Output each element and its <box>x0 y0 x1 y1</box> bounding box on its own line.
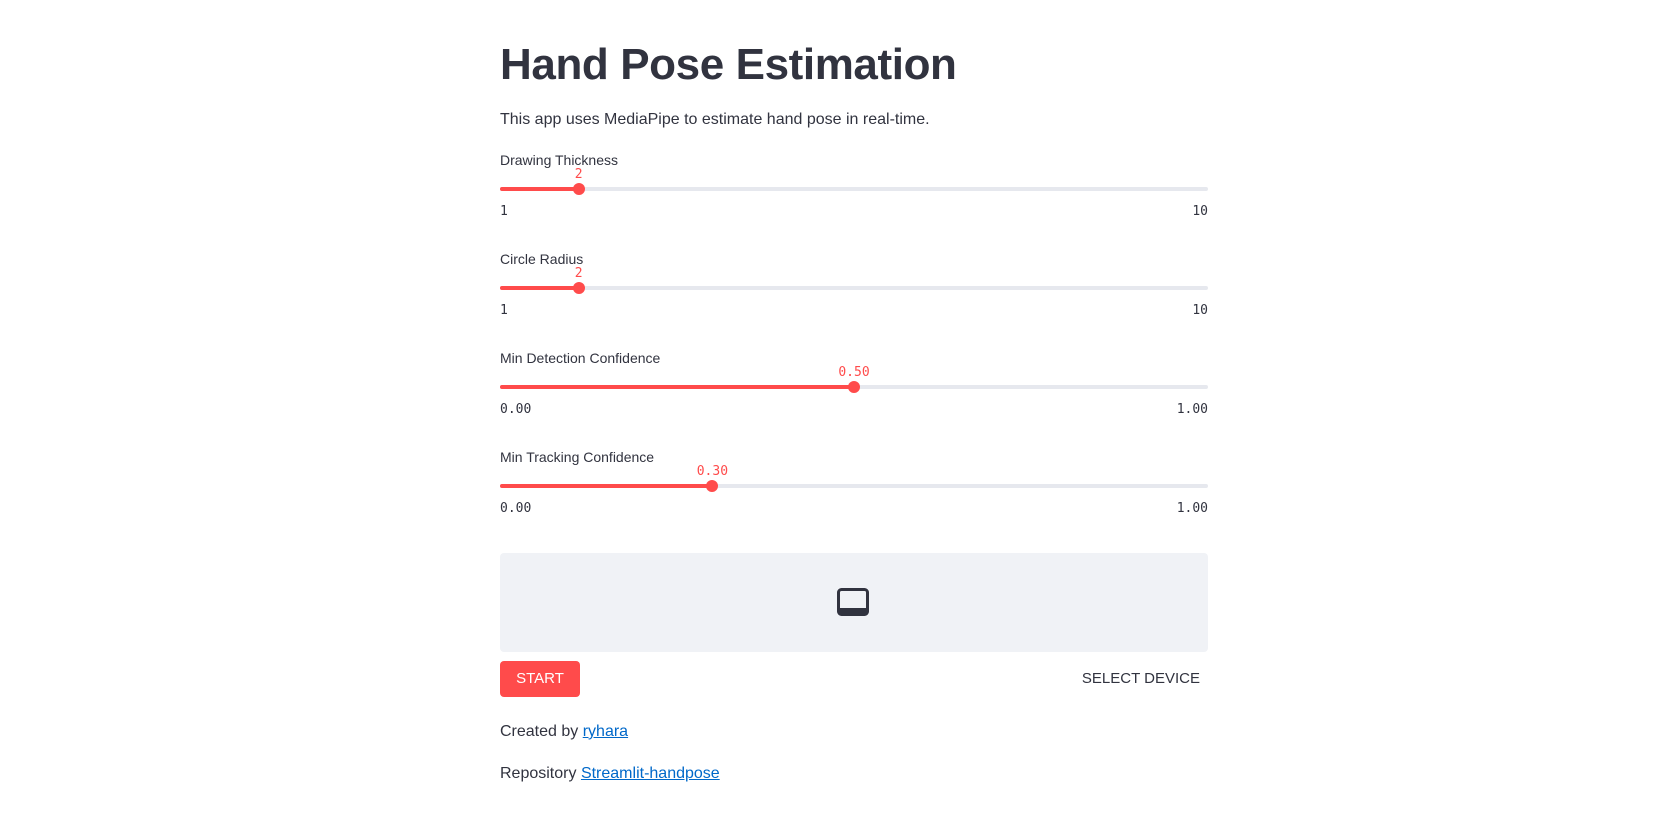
slider-min-label: 1 <box>500 303 508 318</box>
slider-value: 2 <box>574 167 583 182</box>
slider-thumb[interactable] <box>848 381 860 393</box>
slider-min-tracking-confidence: Min Tracking Confidence 0.30 0.00 1.00 <box>500 447 1208 527</box>
slider-min-detection-confidence: Min Detection Confidence 0.50 0.00 1.00 <box>500 348 1208 428</box>
slider-value: 0.50 <box>838 365 870 380</box>
repository-link[interactable]: Streamlit-handpose <box>581 765 720 782</box>
slider-track[interactable] <box>500 480 1208 492</box>
slider-track[interactable] <box>500 183 1208 195</box>
created-by-prefix: Created by <box>500 723 579 740</box>
slider-fill <box>500 286 579 290</box>
author-link[interactable]: ryhara <box>583 723 628 740</box>
slider-drawing-thickness: Drawing Thickness 2 1 10 <box>500 150 1208 230</box>
slider-max-label: 1.00 <box>1176 402 1208 417</box>
slider-value: 0.30 <box>696 464 729 479</box>
slider-track[interactable] <box>500 381 1208 393</box>
slider-label: Min Detection Confidence <box>500 350 661 366</box>
slider-fill <box>500 484 713 488</box>
slider-label: Min Tracking Confidence <box>500 449 655 465</box>
slider-track[interactable] <box>500 282 1208 294</box>
video-display-icon <box>837 588 869 616</box>
page-title: Hand Pose Estimation <box>500 40 957 89</box>
repository-line: Repository Streamlit-handpose <box>500 762 720 786</box>
slider-thumb[interactable] <box>572 282 585 294</box>
slider-max-label: 1.00 <box>1176 501 1208 516</box>
select-device-button[interactable]: SELECT DEVICE <box>1074 661 1208 697</box>
slider-thumb[interactable] <box>572 183 585 195</box>
slider-fill <box>500 187 579 191</box>
slider-circle-radius: Circle Radius 2 1 10 <box>500 249 1208 329</box>
slider-label: Circle Radius <box>500 251 584 267</box>
slider-value: 2 <box>574 266 583 281</box>
start-button[interactable]: START <box>500 661 580 697</box>
slider-thumb[interactable] <box>706 480 719 492</box>
slider-min-label: 0.00 <box>500 402 532 417</box>
slider-min-label: 1 <box>500 204 508 219</box>
slider-fill <box>500 385 854 389</box>
app-description: This app uses MediaPipe to estimate hand… <box>500 111 930 128</box>
created-by-line: Created by ryhara <box>500 720 628 744</box>
slider-max-label: 10 <box>1192 303 1208 318</box>
slider-min-label: 0.00 <box>500 501 532 516</box>
slider-max-label: 10 <box>1192 204 1208 219</box>
video-preview-panel <box>500 553 1208 652</box>
repository-prefix: Repository <box>500 765 577 782</box>
slider-label: Drawing Thickness <box>500 152 619 168</box>
